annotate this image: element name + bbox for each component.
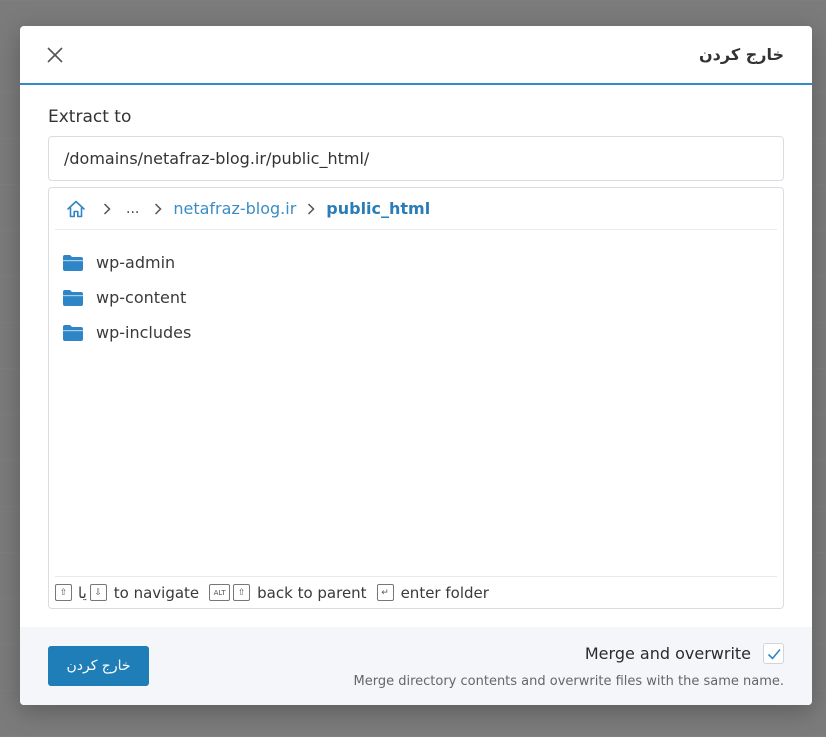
extract-to-label: Extract to bbox=[48, 107, 132, 127]
folder-icon bbox=[62, 254, 84, 272]
breadcrumb-item-domain[interactable]: netafraz-blog.ir bbox=[173, 199, 296, 218]
arrow-up-key-icon: ⇧ bbox=[55, 584, 72, 601]
merge-description: Merge directory contents and overwrite f… bbox=[353, 674, 785, 689]
list-item[interactable]: wp-includes bbox=[49, 315, 783, 350]
home-icon[interactable] bbox=[66, 199, 86, 219]
merge-checkbox[interactable] bbox=[763, 643, 784, 664]
folder-icon bbox=[62, 289, 84, 307]
dialog-title: خارج کردن bbox=[699, 45, 784, 64]
chevron-right-icon bbox=[149, 200, 167, 218]
dialog-body: Extract to ... netafraz-blog.ir bbox=[20, 85, 812, 609]
extract-path-input[interactable] bbox=[48, 136, 784, 181]
list-item[interactable]: wp-admin bbox=[49, 245, 783, 280]
folder-browser: ... netafraz-blog.ir public_html wp-admi… bbox=[48, 187, 784, 609]
extract-dialog: خارج کردن Extract to ... netafr bbox=[20, 26, 812, 705]
chevron-right-icon bbox=[302, 200, 320, 218]
folder-list: wp-admin wp-content wp-includes bbox=[49, 230, 783, 350]
close-icon[interactable] bbox=[46, 46, 64, 64]
keyboard-hints: ⇧ یا ⇩ to navigate ALT ⇧ back to parent … bbox=[55, 576, 777, 608]
breadcrumb: ... netafraz-blog.ir public_html bbox=[55, 188, 777, 230]
folder-name: wp-admin bbox=[96, 253, 176, 272]
list-item[interactable]: wp-content bbox=[49, 280, 783, 315]
hint-navigate: to navigate bbox=[113, 583, 200, 602]
alt-key-icon: ALT bbox=[209, 584, 231, 601]
breadcrumb-ellipsis[interactable]: ... bbox=[126, 201, 139, 217]
breadcrumb-item-current: public_html bbox=[326, 199, 431, 218]
checkmark-icon bbox=[767, 648, 781, 660]
hint-back-to-parent: back to parent bbox=[257, 583, 367, 602]
dialog-header: خارج کردن bbox=[20, 26, 812, 85]
folder-name: wp-content bbox=[96, 288, 187, 307]
extract-button[interactable]: خارج کردن bbox=[48, 646, 149, 686]
merge-option: Merge and overwrite bbox=[585, 643, 784, 664]
dialog-footer: خارج کردن Merge and overwrite Merge dire… bbox=[20, 627, 812, 705]
hint-enter-folder: enter folder bbox=[400, 583, 489, 602]
hint-or-text: یا bbox=[78, 583, 87, 602]
arrow-down-key-icon: ⇩ bbox=[89, 584, 107, 601]
arrow-up-key-icon: ⇧ bbox=[233, 584, 251, 601]
enter-key-icon: ↵ bbox=[376, 584, 394, 601]
folder-name: wp-includes bbox=[96, 323, 192, 342]
chevron-right-icon bbox=[98, 200, 116, 218]
merge-label: Merge and overwrite bbox=[584, 644, 751, 663]
folder-icon bbox=[62, 324, 84, 342]
